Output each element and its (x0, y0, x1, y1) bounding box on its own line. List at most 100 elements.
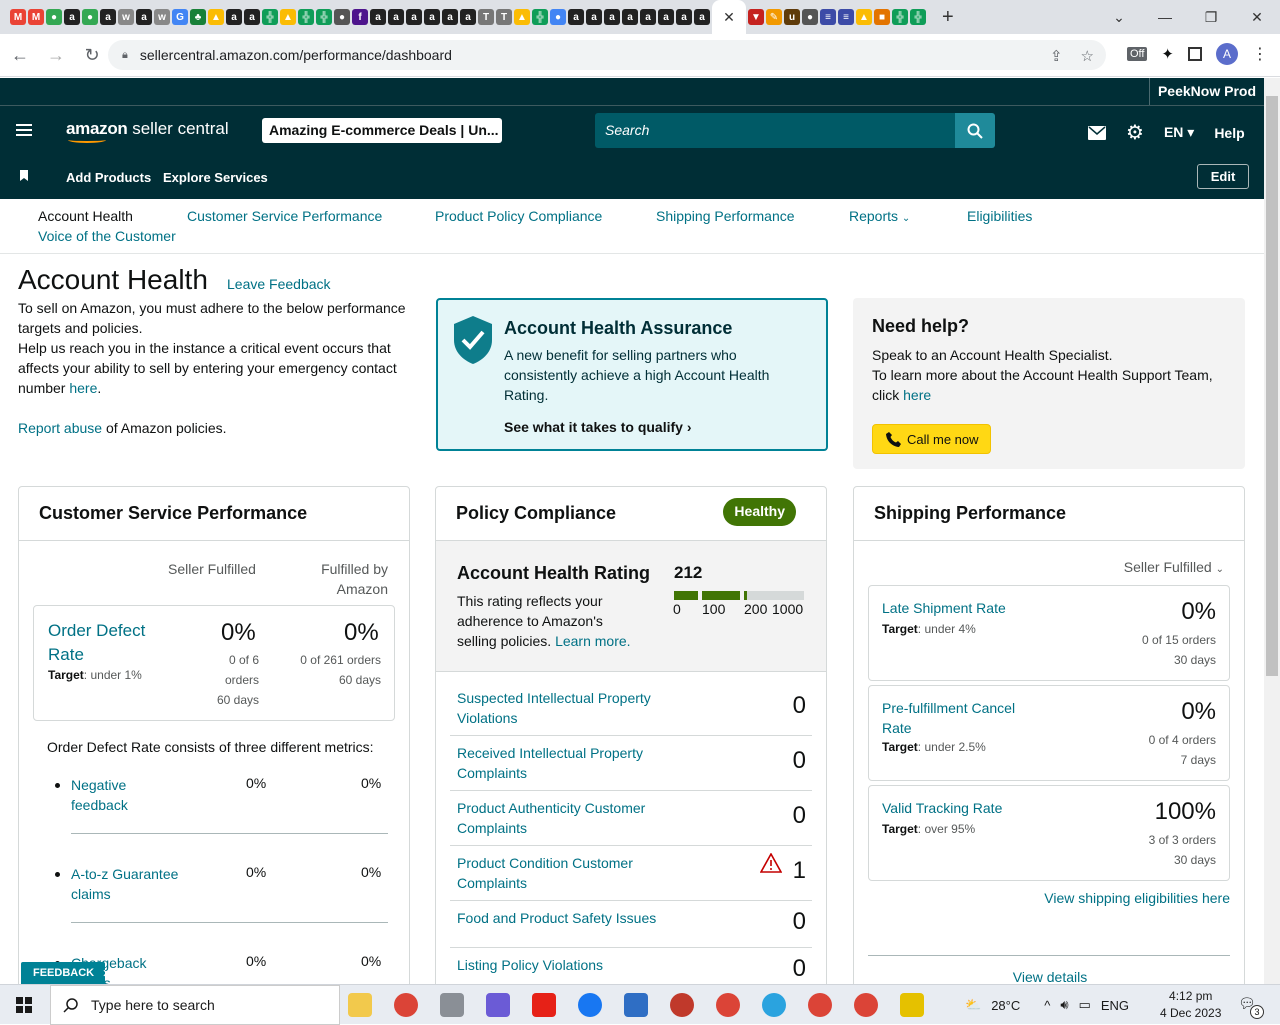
help-link[interactable]: Help (1214, 125, 1244, 141)
amazon-tab-icon[interactable]: a (136, 9, 152, 25)
amazon-tab-icon[interactable]: a (604, 9, 620, 25)
app-tab-icon[interactable]: ● (802, 9, 818, 25)
add-products-link[interactable]: Add Products (66, 170, 151, 185)
new-tab-button[interactable]: + (942, 6, 954, 29)
amazon-tab-icon[interactable]: a (640, 9, 656, 25)
sheets-tab-icon[interactable]: ╬ (892, 9, 908, 25)
windows-start-icon[interactable] (16, 997, 32, 1013)
chrome-icon[interactable] (394, 993, 418, 1017)
sheets-tab-icon[interactable]: ╬ (316, 9, 332, 25)
leave-feedback-link[interactable]: Leave Feedback (227, 276, 331, 292)
amazon-tab-icon[interactable]: a (370, 9, 386, 25)
tab-shipping-performance[interactable]: Shipping Performance (656, 208, 795, 224)
ups-tab-icon[interactable]: u (784, 9, 800, 25)
fedex-tab-icon[interactable]: f (352, 9, 368, 25)
forward-icon[interactable]: → (40, 39, 72, 71)
chrome-profile-icon[interactable] (716, 993, 740, 1017)
policy-link[interactable]: Suspected Intellectual Property Violatio… (457, 688, 677, 728)
mail-icon[interactable] (1088, 125, 1106, 140)
policy-link[interactable]: Food and Product Safety Issues (457, 908, 677, 928)
tab-account-health[interactable]: Account Health (38, 208, 133, 224)
edit-button[interactable]: Edit (1197, 164, 1249, 189)
support-team-link[interactable]: here (903, 387, 931, 403)
language-indicator[interactable]: ENG (1101, 998, 1129, 1013)
policy-link[interactable]: Received Intellectual Property Complaint… (457, 743, 677, 783)
shipping-metric-link[interactable]: Pre-fulfillment Cancel Rate (882, 698, 1042, 738)
telegram-icon[interactable] (762, 993, 786, 1017)
seller-central-logo[interactable]: amazon seller central (66, 119, 229, 143)
tab-voice-of-customer[interactable]: Voice of the Customer (38, 228, 176, 244)
chrome-profile-icon[interactable] (854, 993, 878, 1017)
feedback-tab[interactable]: FEEDBACK ✕ (21, 962, 111, 984)
google-tab-icon[interactable]: G (172, 9, 188, 25)
gmail-tab-icon[interactable]: M (10, 9, 26, 25)
amazon-tab-icon[interactable]: a (226, 9, 242, 25)
sheets-tab-icon[interactable]: ╬ (910, 9, 926, 25)
copilot-icon[interactable] (486, 993, 510, 1017)
snipping-tool-icon[interactable] (670, 993, 694, 1017)
facebook-icon[interactable] (578, 993, 602, 1017)
policy-link[interactable]: Product Condition Customer Complaints (457, 853, 677, 893)
fulfillment-selector[interactable]: Seller Fulfilled ⌄ (1124, 559, 1224, 575)
clock[interactable]: 4:12 pm 4 Dec 2023 (1160, 988, 1221, 1022)
amazon-tab-icon[interactable]: a (64, 9, 80, 25)
minimize-icon[interactable]: — (1142, 0, 1188, 34)
amazon-tab-icon[interactable]: a (100, 9, 116, 25)
app-tab-icon[interactable]: ✎ (766, 9, 782, 25)
amazon-tab-icon[interactable]: a (676, 9, 692, 25)
page-scrollbar[interactable] (1264, 78, 1280, 984)
order-defect-rate-link[interactable]: Order Defect Rate (48, 619, 168, 667)
close-tab-icon[interactable]: ✕ (723, 9, 735, 26)
store-selector[interactable]: Amazing E-commerce Deals | Un... (262, 118, 502, 143)
app-tab-icon[interactable]: ● (550, 9, 566, 25)
sheets-tab-icon[interactable]: ╬ (262, 9, 278, 25)
taskbar-search[interactable]: Type here to search (50, 985, 340, 1025)
file-explorer-icon[interactable] (348, 993, 372, 1017)
menu-dots-icon[interactable]: ⋮ (1252, 44, 1268, 64)
metric-link[interactable]: A-to-z Guarantee claims (71, 864, 191, 904)
app-tab-icon[interactable]: T (496, 9, 512, 25)
youtube-icon[interactable] (532, 993, 556, 1017)
amazon-tab-icon[interactable]: a (694, 9, 710, 25)
profile-avatar[interactable]: A (1216, 43, 1238, 65)
search-input[interactable]: Search (595, 113, 955, 148)
weather-icon[interactable]: ⛅ (965, 997, 981, 1013)
active-tab[interactable]: ✕ (712, 0, 746, 34)
wix-tab-icon[interactable]: w (118, 9, 134, 25)
amazon-tab-icon[interactable]: a (460, 9, 476, 25)
drive-tab-icon[interactable]: ▲ (208, 9, 224, 25)
emergency-contact-link[interactable]: here (69, 380, 97, 396)
drive-tab-icon[interactable]: ▲ (280, 9, 296, 25)
amazon-tab-icon[interactable]: a (244, 9, 260, 25)
tab-search-icon[interactable]: ⌄ (1096, 0, 1142, 34)
close-icon[interactable]: ✕ (102, 967, 111, 980)
amazon-tab-icon[interactable]: a (586, 9, 602, 25)
chrome-profile-icon[interactable] (808, 993, 832, 1017)
amazon-tab-icon[interactable]: a (658, 9, 674, 25)
back-icon[interactable]: ← (4, 39, 36, 71)
shipping-metric-link[interactable]: Valid Tracking Rate (882, 798, 1042, 818)
policy-link[interactable]: Listing Policy Violations (457, 955, 677, 975)
app-tab-icon[interactable]: ■ (874, 9, 890, 25)
volume-icon[interactable]: 🔊︎ (1060, 997, 1068, 1013)
share-icon[interactable]: ⇪ (1050, 47, 1063, 65)
app-tab-icon[interactable]: ▼ (748, 9, 764, 25)
view-shipping-eligibilities-link[interactable]: View shipping eligibilities here (1044, 890, 1230, 906)
language-selector[interactable]: EN ▾ (1164, 124, 1194, 141)
call-me-now-button[interactable]: Call me now (872, 424, 991, 454)
drive-tab-icon[interactable]: ▲ (856, 9, 872, 25)
wix-tab-icon[interactable]: w (154, 9, 170, 25)
forms-tab-icon[interactable]: ≡ (838, 9, 854, 25)
view-details-link[interactable]: View details (854, 969, 1244, 985)
sidepanel-icon[interactable] (1188, 47, 1202, 61)
amazon-tab-icon[interactable]: a (568, 9, 584, 25)
learn-more-link[interactable]: Learn more. (555, 633, 630, 649)
search-button[interactable] (955, 113, 995, 148)
tab-eligibilities[interactable]: Eligibilities (967, 208, 1032, 224)
policy-link[interactable]: Product Authenticity Customer Complaints (457, 798, 677, 838)
app-tab-icon[interactable]: ● (334, 9, 350, 25)
bookmark-star-icon[interactable]: ☆ (1081, 47, 1094, 65)
amazon-tab-icon[interactable]: a (388, 9, 404, 25)
url-field[interactable]: 🔒︎ sellercentral.amazon.com/performance/… (108, 40, 1106, 70)
amazon-tab-icon[interactable]: a (424, 9, 440, 25)
